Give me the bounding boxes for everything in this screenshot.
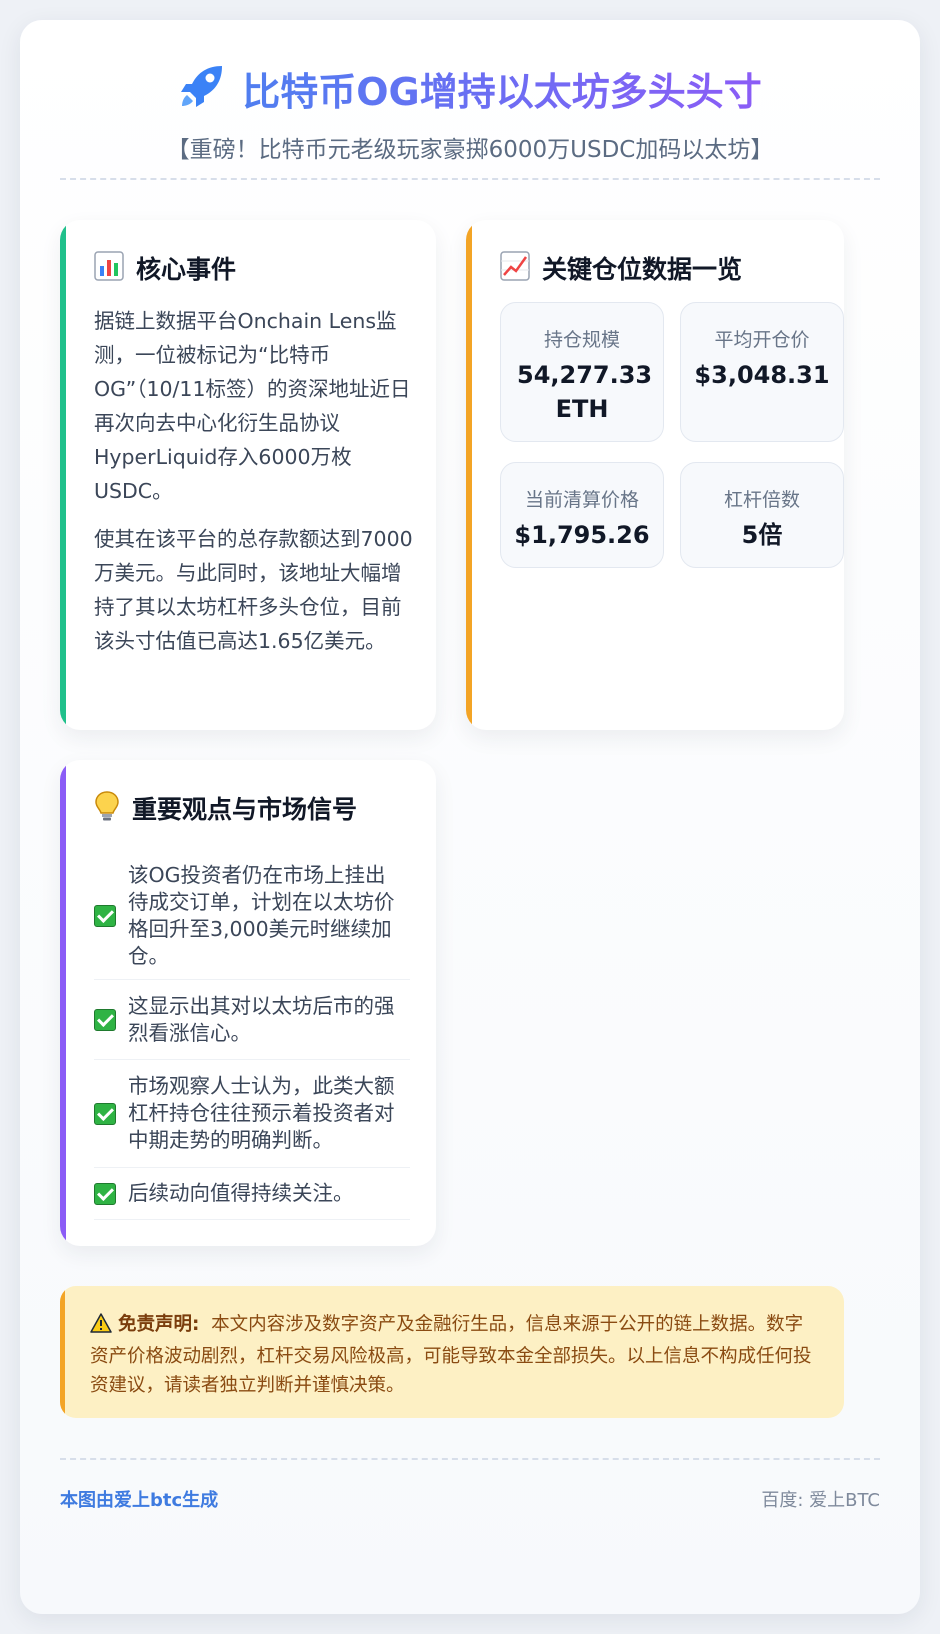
title-row: 比特币OG增持以太坊多头头寸 xyxy=(20,60,920,116)
page-subtitle: 【重磅！比特币元老级玩家豪掷6000万USDC加码以太坊】 xyxy=(166,137,774,163)
trending-up-icon xyxy=(500,251,530,285)
checkmark-icon xyxy=(94,1182,116,1205)
page-title: 比特币OG增持以太坊多头头寸 xyxy=(242,61,762,116)
positions-card: 关键仓位数据一览 持仓规模 54,277.33 ETH 平均开仓价 $3,048… xyxy=(466,220,844,730)
list-item: 市场观察人士认为，此类大额杠杆持仓往往预示着投资者对中期走势的明确判断。 xyxy=(94,1060,410,1168)
list-item-text: 后续动向值得持续关注。 xyxy=(128,1181,354,1205)
list-item-text: 这显示出其对以太坊后市的强烈看涨信心。 xyxy=(128,993,395,1045)
stat-leverage: 杠杆倍数 5倍 xyxy=(680,462,844,568)
warning-icon xyxy=(90,1313,112,1342)
core-event-paragraph-2: 使其在该平台的总存款额达到7000万美元。与此同时，该地址大幅增持了其以太坊杠杆… xyxy=(94,527,413,653)
checkmark-icon xyxy=(94,904,116,927)
stat-value: 5倍 xyxy=(741,521,783,549)
bar-chart-icon xyxy=(94,251,124,285)
disclaimer-label: 免责声明: xyxy=(118,1314,200,1335)
header: 比特币OG增持以太坊多头头寸 【重磅！比特币元老级玩家豪掷6000万USDC加码… xyxy=(20,60,920,164)
core-event-paragraph-1: 据链上数据平台Onchain Lens监测，一位被标记为“比特币OG”（10/1… xyxy=(94,309,411,503)
stat-average-entry: 平均开仓价 $3,048.31 xyxy=(680,302,844,442)
stat-label: 杠杆倍数 xyxy=(723,489,800,511)
footer-source: 百度: 爱上BTC xyxy=(761,1490,880,1511)
stat-value: $3,048.31 xyxy=(694,361,830,389)
stat-label: 平均开仓价 xyxy=(714,329,810,351)
stat-label: 当前清算价格 xyxy=(524,489,639,511)
stat-value: $1,795.26 xyxy=(514,521,650,549)
core-event-title: 核心事件 xyxy=(136,255,237,284)
disclaimer-text-block: 免责声明: 本文内容涉及数字资产及金融衍生品，信息来源于公开的链上数据。数字资产… xyxy=(90,1310,820,1400)
list-item: 该OG投资者仍在市场上挂出待成交订单，计划在以太坊价格回升至3,000美元时继续… xyxy=(94,852,410,980)
list-item: 这显示出其对以太坊后市的强烈看涨信心。 xyxy=(94,980,410,1060)
list-item: 后续动向值得持续关注。 xyxy=(94,1168,410,1220)
core-event-header: 核心事件 xyxy=(94,250,236,286)
footer-credit: 本图由爱上btc生成 xyxy=(60,1490,219,1511)
lightbulb-icon xyxy=(94,790,120,826)
header-divider xyxy=(60,178,880,180)
poster: 比特币OG增持以太坊多头头寸 【重磅！比特币元老级玩家豪掷6000万USDC加码… xyxy=(20,20,920,1614)
core-event-card: 核心事件 据链上数据平台Onchain Lens监测，一位被标记为“比特币OG”… xyxy=(60,220,436,730)
stat-label: 持仓规模 xyxy=(543,329,620,351)
stat-value: 54,277.33 ETH xyxy=(517,361,653,423)
stat-liquidation-price: 当前清算价格 $1,795.26 xyxy=(500,462,664,568)
viewpoints-header: 重要观点与市场信号 xyxy=(94,790,357,826)
footer-divider xyxy=(60,1458,880,1460)
list-item-text: 市场观察人士认为，此类大额杠杆持仓往往预示着投资者对中期走势的明确判断。 xyxy=(128,1074,395,1152)
stat-position-size: 持仓规模 54,277.33 ETH xyxy=(500,302,664,442)
viewpoints-card: 重要观点与市场信号 该OG投资者仍在市场上挂出待成交订单，计划在以太坊价格回升至… xyxy=(60,760,436,1246)
positions-title: 关键仓位数据一览 xyxy=(542,255,743,284)
list-item-text: 该OG投资者仍在市场上挂出待成交订单，计划在以太坊价格回升至3,000美元时继续… xyxy=(128,862,395,968)
checkmark-icon xyxy=(94,1008,116,1031)
positions-header: 关键仓位数据一览 xyxy=(500,250,742,286)
disclaimer-box: 免责声明: 本文内容涉及数字资产及金融衍生品，信息来源于公开的链上数据。数字资产… xyxy=(60,1286,844,1418)
disclaimer-text: 本文内容涉及数字资产及金融衍生品，信息来源于公开的链上数据。数字资产价格波动剧烈… xyxy=(90,1314,812,1396)
checkmark-icon xyxy=(94,1102,116,1125)
rocket-icon xyxy=(178,62,226,114)
viewpoints-title: 重要观点与市场信号 xyxy=(132,795,358,824)
